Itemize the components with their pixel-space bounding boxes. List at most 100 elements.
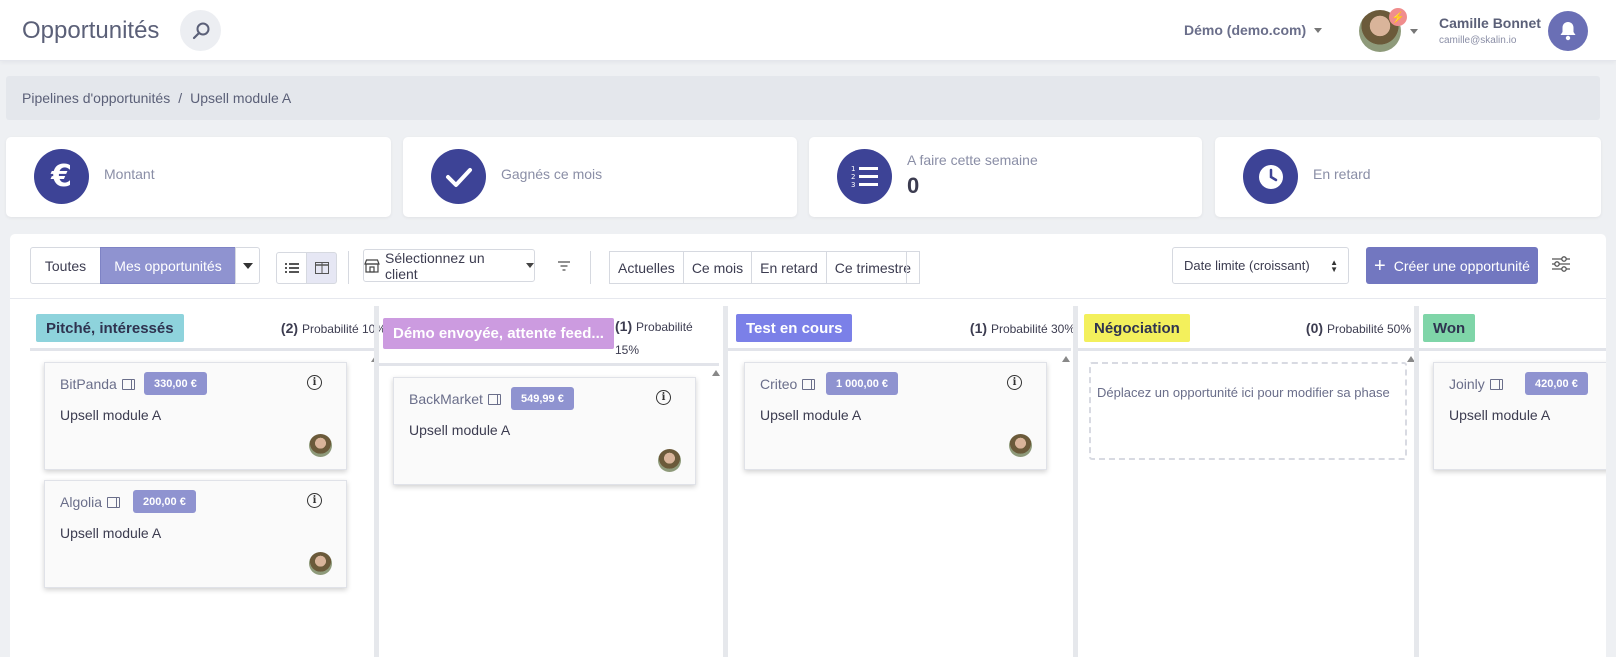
phase-count: (1) (969, 320, 988, 336)
filter-all-button[interactable]: Toutes (30, 247, 101, 284)
card-company[interactable]: Criteo (760, 376, 816, 392)
opportunity-card[interactable]: Algolia 200,00 € i Upsell module A (44, 480, 347, 588)
pipeline-board: Toutes Mes opportunités Sélectionnez un … (10, 234, 1606, 657)
phase-summary: (2) Probabilité 10% (281, 320, 386, 336)
amount-badge: 200,00 € (133, 490, 196, 513)
column-divider (728, 348, 1071, 351)
clock-icon (1243, 149, 1298, 204)
svg-text:1: 1 (851, 165, 855, 173)
client-select-label: Sélectionnez un client (384, 249, 485, 282)
info-icon[interactable]: i (307, 375, 322, 390)
avatar (309, 434, 332, 457)
stat-label: Montant (104, 166, 155, 182)
user-email: camille@skalin.io (1439, 35, 1517, 46)
panel-icon[interactable] (1489, 378, 1503, 390)
column-divider (379, 363, 719, 366)
list-icon (284, 263, 299, 273)
phase-count: (1) (615, 318, 633, 334)
search-button[interactable] (180, 10, 221, 51)
phase-summary: (1) Probabilité 15% (615, 315, 715, 361)
workspace-label: Démo (demo.com) (1184, 22, 1307, 38)
card-title: Upsell module A (1449, 407, 1551, 423)
create-opportunity-label: Créer une opportunité (1393, 257, 1530, 274)
panel-icon[interactable] (802, 378, 816, 390)
info-icon[interactable]: i (307, 493, 322, 508)
info-icon[interactable]: i (656, 390, 671, 405)
filter-mine-button[interactable]: Mes opportunités (100, 247, 236, 284)
column-divider (30, 348, 375, 351)
lightning-icon: ⚡ (1389, 8, 1407, 26)
scope-dropdown-button[interactable] (235, 247, 260, 284)
check-icon (431, 149, 486, 204)
period-late-button[interactable]: En retard (752, 252, 827, 283)
stat-label: A faire cette semaine (907, 152, 1038, 168)
period-current-button[interactable]: Actuelles (610, 252, 684, 283)
stat-card-late: En retard (1215, 137, 1601, 217)
scroll-up-arrow[interactable] (1062, 356, 1070, 362)
panel-icon[interactable] (121, 378, 135, 390)
panel-icon[interactable] (107, 496, 121, 508)
column-divider (1419, 348, 1606, 351)
sort-select[interactable]: Date limite (croissant) ▲ ▼ (1172, 247, 1349, 284)
amount-badge: 1 000,00 € (826, 372, 898, 395)
store-icon (364, 258, 380, 273)
opportunity-card[interactable]: Criteo 1 000,00 € i Upsell module A (744, 362, 1047, 470)
drop-zone[interactable]: Déplacez un opportunité ici pour modifie… (1089, 362, 1407, 460)
pipeline-column: Pitché, intéressés (2) Probabilité 10% B… (30, 306, 386, 657)
pipeline-column: Won Joinly 420,00 € Upsell module A (1419, 306, 1606, 657)
bell-icon (1560, 22, 1576, 41)
svg-text:3: 3 (851, 181, 855, 189)
opportunity-card[interactable]: BackMarket 549,99 € i Upsell module A (393, 377, 696, 485)
sort-arrows-icon: ▲ ▼ (1330, 258, 1338, 274)
chevron-down-icon (242, 262, 253, 269)
panel-icon[interactable] (487, 393, 501, 405)
card-company[interactable]: BitPanda (60, 376, 135, 392)
breadcrumb-current: Upsell module A (190, 90, 292, 106)
page-title: Opportunités (22, 17, 160, 44)
search-icon (192, 22, 209, 39)
chevron-down-icon (1314, 27, 1323, 33)
avatar (1009, 434, 1032, 457)
card-company[interactable]: BackMarket (409, 391, 501, 407)
amount-badge: 549,99 € (511, 387, 574, 410)
amount-badge: 420,00 € (1525, 372, 1588, 395)
toolbar-divider (590, 251, 591, 284)
notifications-button[interactable] (1548, 11, 1588, 51)
stat-label: Gagnés ce mois (501, 166, 603, 182)
card-title: Upsell module A (60, 407, 162, 423)
create-opportunity-button[interactable]: + Créer une opportunité (1366, 247, 1538, 284)
period-filter-group: Actuelles Ce mois En retard Ce trimestre (609, 251, 920, 284)
chevron-down-icon (526, 263, 534, 268)
svg-text:2: 2 (851, 173, 855, 181)
phase-label: Démo envoyée, attente feed... (383, 318, 614, 349)
client-select[interactable]: Sélectionnez un client (363, 249, 535, 282)
list-view-button[interactable] (276, 252, 307, 284)
card-title: Upsell module A (409, 422, 511, 438)
board-toolbar: Toutes Mes opportunités Sélectionnez un … (10, 234, 1606, 299)
breadcrumb-parent-link[interactable]: Pipelines d'opportunités (22, 90, 170, 106)
toolbar-divider (906, 251, 907, 284)
kanban-view-button[interactable] (306, 252, 337, 284)
card-title: Upsell module A (760, 407, 862, 423)
stat-value: 0 (907, 173, 920, 198)
info-icon[interactable]: i (1007, 375, 1022, 390)
stat-card-won-this-month: Gagnés ce mois (403, 137, 797, 217)
opportunity-card[interactable]: BitPanda 330,00 € i Upsell module A (44, 362, 347, 470)
pipeline-column: Démo envoyée, attente feed... (1) Probab… (379, 306, 723, 657)
scroll-up-arrow[interactable] (712, 370, 720, 376)
phase-label: Négociation (1084, 314, 1190, 342)
opportunity-card[interactable]: Joinly 420,00 € Upsell module A (1433, 362, 1606, 470)
filter-icon[interactable] (557, 259, 571, 275)
settings-sliders-icon[interactable] (1551, 255, 1571, 276)
card-company[interactable]: Algolia (60, 494, 121, 510)
chevron-down-icon[interactable] (1410, 29, 1418, 34)
pipeline-column: Test en cours (1) Probabilité 30% Criteo… (728, 306, 1075, 657)
period-this-month-button[interactable]: Ce mois (684, 252, 753, 283)
stat-card-todo-week: 123 A faire cette semaine 0 (809, 137, 1202, 217)
phase-count: (0) (1305, 320, 1324, 336)
card-company[interactable]: Joinly (1449, 376, 1503, 392)
phase-label: Won (1423, 314, 1476, 342)
phase-label: Pitché, intéressés (36, 314, 184, 342)
plus-icon: + (1374, 254, 1386, 277)
workspace-selector[interactable]: Démo (demo.com) (1184, 22, 1323, 38)
